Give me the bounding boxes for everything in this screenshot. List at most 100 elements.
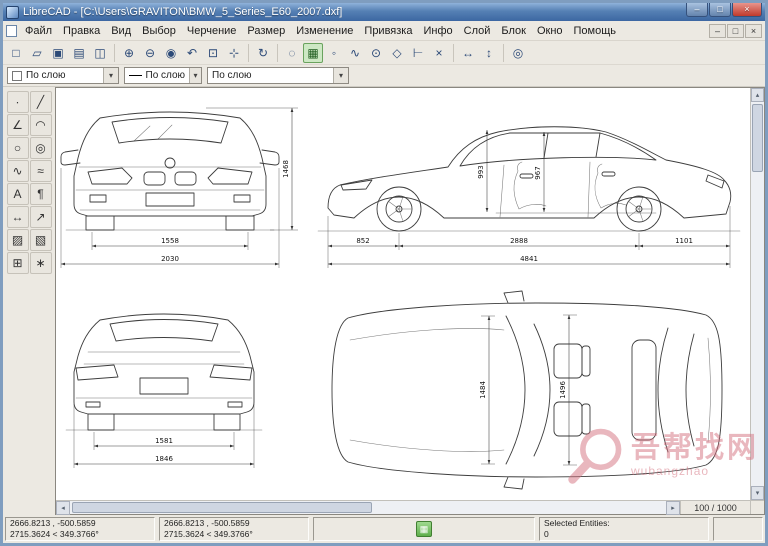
side-view[interactable]: [318, 127, 740, 231]
rear-window: [110, 320, 218, 342]
set-relative-zero-icon[interactable]: ◎: [508, 43, 528, 63]
zoom-out-icon[interactable]: ⊖: [140, 43, 160, 63]
drawing-canvas[interactable]: 1558 2030 1468: [56, 88, 750, 500]
close-button[interactable]: ×: [732, 3, 762, 17]
open-file-icon[interactable]: ▱: [27, 43, 47, 63]
side-door-handle-front: [520, 174, 533, 178]
front-windshield: [112, 118, 228, 144]
horizontal-scrollbar[interactable]: [70, 501, 666, 514]
vertical-scrollbar[interactable]: ▴ ▾: [750, 88, 764, 500]
top-seat-driver: [554, 344, 582, 378]
horizontal-scroll-thumb[interactable]: [72, 502, 372, 513]
menu-block[interactable]: Блок: [496, 23, 531, 39]
menu-edit[interactable]: Правка: [58, 23, 105, 39]
rear-taillight-right: [210, 365, 252, 380]
menu-info[interactable]: Инфо: [418, 23, 457, 39]
new-file-icon[interactable]: □: [6, 43, 26, 63]
draw-circle-icon[interactable]: ○: [7, 137, 29, 159]
snap-middle-icon[interactable]: ◇: [387, 43, 407, 63]
top-seat-driver-backrest: [582, 346, 590, 376]
drawing-area[interactable]: 1558 2030 1468: [56, 88, 750, 500]
menu-help[interactable]: Помощь: [569, 23, 622, 39]
scroll-up-icon[interactable]: ▴: [751, 88, 764, 102]
draw-line-icon[interactable]: ╱: [30, 91, 52, 113]
scroll-right-icon[interactable]: ▸: [666, 501, 680, 515]
draw-hatch-icon[interactable]: ▨: [7, 229, 29, 251]
chevron-down-icon[interactable]: ▾: [189, 68, 201, 83]
front-license-plate: [146, 193, 194, 206]
snap-endpoint-icon[interactable]: ◦: [324, 43, 344, 63]
side-door-handle-rear: [602, 172, 615, 176]
chevron-down-icon[interactable]: ▾: [333, 68, 348, 83]
minimize-button[interactable]: –: [686, 3, 708, 17]
top-body-outline: [332, 303, 722, 477]
selected-entities-label: Selected Entities:: [544, 518, 704, 529]
draw-point-icon[interactable]: ∙: [7, 91, 29, 113]
top-view[interactable]: [332, 291, 722, 489]
print-preview-icon[interactable]: ◫: [90, 43, 110, 63]
print-icon[interactable]: ▤: [69, 43, 89, 63]
canvas-wrap: 1558 2030 1468: [55, 87, 765, 515]
draw-mtext-icon[interactable]: ¶: [30, 183, 52, 205]
grid-toggle-button[interactable]: ▦: [416, 521, 432, 537]
vertical-scroll-thumb[interactable]: [752, 104, 763, 172]
dim-linear-icon[interactable]: ↔: [7, 206, 29, 228]
draw-ellipse-icon[interactable]: ◎: [30, 137, 52, 159]
explode-icon[interactable]: ∗: [30, 252, 52, 274]
pen-width-select[interactable]: По слою ▾: [124, 67, 202, 84]
menu-dimension[interactable]: Размер: [242, 23, 290, 39]
restrict-horizontal-icon[interactable]: ↔: [458, 43, 478, 63]
rear-width-dim-label: 1846: [155, 455, 173, 463]
top-hood-line-lower: [350, 440, 504, 452]
zoom-pan-icon[interactable]: ⊹: [224, 43, 244, 63]
mdi-document-icon[interactable]: [6, 25, 17, 37]
menu-window[interactable]: Окно: [532, 23, 568, 39]
save-file-icon[interactable]: ▣: [48, 43, 68, 63]
scroll-left-icon[interactable]: ◂: [56, 501, 70, 515]
rear-view[interactable]: [66, 314, 262, 430]
side-glasshouse: [460, 133, 656, 166]
snap-on-entity-icon[interactable]: ∿: [345, 43, 365, 63]
dim-leader-icon[interactable]: ↗: [30, 206, 52, 228]
zoom-in-icon[interactable]: ⊕: [119, 43, 139, 63]
draw-spline-icon[interactable]: ∿: [7, 160, 29, 182]
redraw-icon[interactable]: ↻: [253, 43, 273, 63]
menu-modify[interactable]: Изменение: [291, 23, 358, 39]
chevron-down-icon[interactable]: ▾: [103, 68, 118, 83]
snap-distance-icon[interactable]: ⊢: [408, 43, 428, 63]
menu-view[interactable]: Вид: [106, 23, 136, 39]
zoom-window-icon[interactable]: ⊡: [203, 43, 223, 63]
restrict-vertical-icon[interactable]: ↕: [479, 43, 499, 63]
draw-freehand-icon[interactable]: ≈: [30, 160, 52, 182]
mdi-close-button[interactable]: ×: [745, 24, 762, 38]
menu-select[interactable]: Выбор: [137, 23, 181, 39]
top-hood-line-upper: [350, 328, 504, 340]
title-bar[interactable]: LibreCAD - [C:\Users\GRAVITON\BMW_5_Seri…: [3, 3, 765, 21]
insert-image-icon[interactable]: ▧: [30, 229, 52, 251]
menu-layer[interactable]: Слой: [459, 23, 496, 39]
zoom-previous-icon[interactable]: ↶: [182, 43, 202, 63]
draw-polyline-icon[interactable]: ∠: [7, 114, 29, 136]
menu-snap[interactable]: Привязка: [359, 23, 417, 39]
zoom-auto-icon[interactable]: ◉: [161, 43, 181, 63]
side-b-pillar: [544, 133, 548, 158]
draw-arc-icon[interactable]: ◠: [30, 114, 52, 136]
snap-intersection-icon[interactable]: ×: [429, 43, 449, 63]
front-view[interactable]: [61, 112, 279, 230]
snap-grid-icon[interactable]: ▦: [303, 43, 323, 63]
menu-file[interactable]: Файл: [20, 23, 57, 39]
draw-text-icon[interactable]: A: [7, 183, 29, 205]
snap-center-icon[interactable]: ⊙: [366, 43, 386, 63]
mdi-restore-button[interactable]: □: [727, 24, 744, 38]
mdi-minimize-button[interactable]: –: [709, 24, 726, 38]
pen-color-select[interactable]: По слою ▾: [7, 67, 119, 84]
rear-license-plate: [140, 378, 188, 394]
absolute-coordinates-xy: 2666.8213 , -500.5859: [10, 518, 150, 529]
maximize-button[interactable]: □: [709, 3, 731, 17]
scroll-down-icon[interactable]: ▾: [751, 486, 764, 500]
snap-free-icon[interactable]: ◌: [282, 43, 302, 63]
menu-bar: Файл Правка Вид Выбор Черчение Размер Из…: [3, 21, 765, 41]
pen-linetype-select[interactable]: По слою ▾: [207, 67, 349, 84]
insert-block-icon[interactable]: ⊞: [7, 252, 29, 274]
menu-draw[interactable]: Черчение: [182, 23, 242, 39]
